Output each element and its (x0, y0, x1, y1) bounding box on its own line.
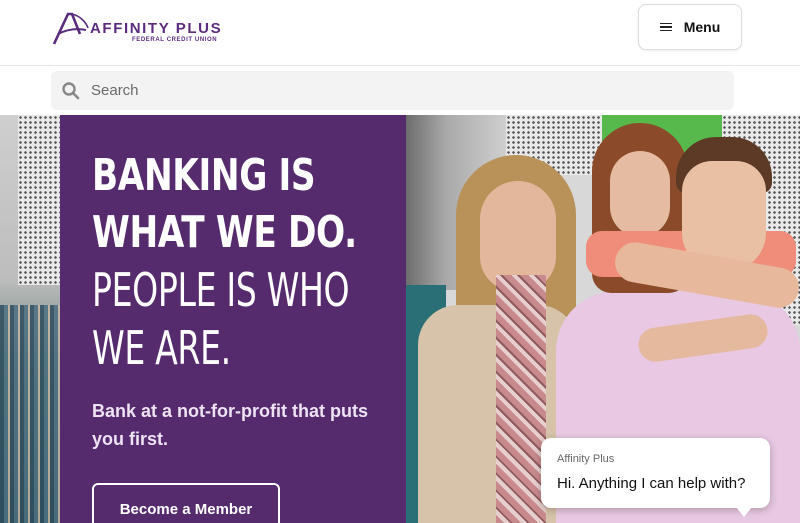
headline-line-2: WHAT WE DO. (92, 207, 357, 258)
search-input[interactable] (91, 71, 721, 110)
chat-prompt-bubble[interactable]: Affinity Plus Hi. Anything I can help wi… (541, 438, 770, 517)
affinity-a-logo-icon (52, 12, 89, 45)
headline-line-1: BANKING IS (92, 150, 316, 201)
affinity-plus-logo[interactable]: AFFINITY PLUS FEDERAL CREDIT UNION (50, 10, 223, 46)
logo-name: AFFINITY PLUS (90, 20, 223, 37)
menu-button[interactable]: Menu (638, 4, 742, 50)
headline-line-4: WE ARE. (92, 321, 231, 375)
chat-message: Hi. Anything I can help with? (557, 475, 746, 492)
hero-photo-left (0, 115, 60, 523)
hamburger-icon (659, 22, 672, 32)
hero-subtext: Bank at a not-for-profit that puts you f… (92, 401, 368, 449)
menu-label: Menu (683, 19, 721, 35)
search-icon (62, 82, 80, 100)
logo-subtitle: FEDERAL CREDIT UNION (132, 37, 218, 43)
hero-text-panel: BANKING IS WHAT WE DO. PEOPLE IS WHO WE … (60, 115, 406, 523)
become-member-button[interactable]: Become a Member (92, 483, 280, 523)
chat-sender: Affinity Plus (557, 453, 615, 465)
site-header: AFFINITY PLUS FEDERAL CREDIT UNION Menu (0, 0, 800, 66)
headline-line-3: PEOPLE IS WHO (92, 263, 350, 317)
hero-headline-bold: BANKING IS WHAT WE DO. (92, 147, 357, 261)
hero-headline-light: PEOPLE IS WHO WE ARE. (92, 261, 350, 377)
search-bar[interactable] (51, 71, 734, 110)
chat-tail (736, 507, 752, 517)
